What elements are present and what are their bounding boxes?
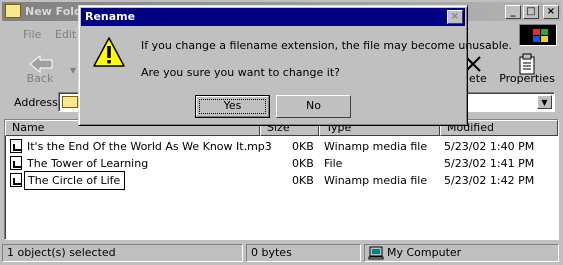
media-file-icon [10, 139, 22, 153]
media-file-icon [10, 173, 22, 187]
status-location-label: My Computer [387, 246, 462, 259]
back-button[interactable]: Back [6, 50, 74, 88]
file-list[interactable]: Name Size Type Modified It's the End Of … [4, 119, 559, 240]
properties-button[interactable]: Properties [498, 50, 556, 88]
file-modified: 5/23/02 1:42 PM [444, 174, 535, 187]
windows-logo-icon [519, 24, 557, 46]
window-title: New Fold [25, 5, 82, 18]
minimize-button[interactable]: _ [505, 5, 521, 19]
maximize-button[interactable]: □ [523, 5, 539, 19]
logo-red [533, 29, 540, 35]
address-label: Address [14, 96, 58, 109]
file-type: Winamp media file [324, 174, 428, 187]
file-size: 0KB [292, 140, 314, 153]
status-bytes: 0 bytes [246, 244, 361, 262]
back-label: Back [26, 72, 54, 85]
dialog-message: If you change a filename extension, the … [141, 39, 513, 52]
dialog-close-button[interactable]: × [447, 10, 463, 24]
file-name: It's the End Of the World As We Know It.… [27, 140, 272, 153]
no-button[interactable]: No [276, 95, 351, 118]
dialog-titlebar[interactable]: Rename × [81, 8, 465, 26]
list-item[interactable]: The Tower of Learning 0KB File 5/23/02 1… [5, 155, 558, 172]
chevron-down-icon[interactable]: ▼ [537, 95, 552, 109]
menu-file[interactable]: File [23, 28, 41, 41]
file-modified: 5/23/02 1:40 PM [444, 140, 535, 153]
status-bar: 1 object(s) selected 0 bytes My Computer [2, 242, 561, 263]
no-label: No [306, 99, 321, 112]
folder-icon [62, 96, 78, 108]
file-type: File [324, 157, 343, 170]
close-button[interactable]: × [543, 5, 559, 19]
list-item[interactable]: It's the End Of the World As We Know It.… [5, 138, 558, 155]
yes-button[interactable]: Yes [195, 95, 270, 118]
back-dropdown-icon[interactable]: ▼ [70, 66, 76, 75]
logo-blue [533, 36, 540, 42]
menu-edit[interactable]: Edit [55, 28, 76, 41]
dialog-question: Are you sure you want to change it? [141, 66, 340, 79]
logo-yellow [541, 36, 548, 42]
file-size: 0KB [292, 157, 314, 170]
dialog-title: Rename [85, 10, 136, 23]
rename-dialog: Rename × If you change a filename extens… [78, 5, 512, 126]
file-size: 0KB [292, 174, 314, 187]
file-icon [10, 156, 22, 170]
logo-green [541, 29, 548, 35]
folder-icon [5, 4, 21, 18]
file-modified: 5/23/02 1:41 PM [444, 157, 535, 170]
computer-icon [368, 246, 384, 260]
properties-label: Properties [499, 72, 555, 85]
warning-icon [93, 37, 125, 67]
rename-input[interactable]: The Circle of Life [24, 171, 125, 190]
list-item[interactable]: The Circle of Life 0KB Winamp media file… [5, 171, 558, 190]
back-arrow-icon [29, 54, 53, 74]
file-type: Winamp media file [324, 140, 428, 153]
yes-label: Yes [223, 99, 242, 112]
file-name: The Tower of Learning [27, 157, 149, 170]
status-selected: 1 object(s) selected [2, 244, 243, 262]
status-location: My Computer [364, 244, 559, 262]
